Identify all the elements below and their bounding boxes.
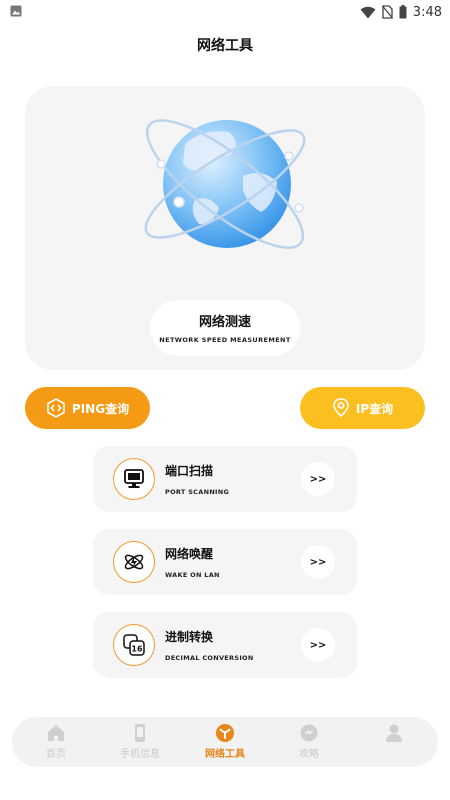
ip-query-button[interactable]: IP查询: [300, 387, 425, 429]
location-pin-icon: [333, 398, 349, 418]
atom-icon: [113, 541, 155, 583]
tool-title: 网络唤醒: [165, 547, 214, 561]
nav-label: 攻略: [299, 749, 319, 760]
guide-icon: [300, 724, 318, 742]
nav-item-phone-info[interactable]: 手机信息: [105, 723, 175, 760]
speed-test-title: 网络测速: [198, 315, 251, 330]
tool-title: 进制转换: [165, 630, 214, 644]
arrow-button[interactable]: >>: [301, 462, 335, 496]
wake-on-lan-card[interactable]: 网络唤醒 WAKE ON LAN >>: [93, 529, 357, 595]
nav-item-network-tools[interactable]: 网络工具: [190, 723, 260, 760]
ping-query-label: PING查询: [71, 401, 130, 416]
arrow-button[interactable]: >>: [301, 545, 335, 579]
image-notification-icon: [10, 5, 22, 17]
bottom-nav: 首页 手机信息 网络工具 攻略: [12, 717, 438, 767]
speed-test-pill[interactable]: 网络测速 NETWORK SPEED MEASUREMENT: [150, 300, 300, 356]
hex-convert-icon: 16: [113, 624, 155, 666]
nav-label: 网络工具: [205, 749, 245, 760]
tool-subtitle: PORT SCANNING: [165, 488, 230, 496]
status-time: 3:48: [412, 4, 442, 20]
decimal-conversion-card[interactable]: 16 进制转换 DECIMAL CONVERSION >>: [93, 612, 357, 678]
nav-label: 首页: [46, 749, 66, 760]
ip-query-label: IP查询: [355, 401, 394, 416]
battery-icon: [399, 5, 407, 19]
home-icon: [48, 725, 64, 741]
nav-item-profile[interactable]: [359, 723, 429, 745]
tool-subtitle: DECIMAL CONVERSION: [165, 654, 254, 662]
user-icon: [386, 724, 402, 742]
tool-title: 端口扫描: [165, 464, 214, 478]
arrow-button[interactable]: >>: [301, 628, 335, 662]
page-title: 网络工具: [197, 38, 253, 54]
ping-query-button[interactable]: PING查询: [25, 387, 150, 429]
speed-test-card[interactable]: 网络测速 NETWORK SPEED MEASUREMENT: [25, 86, 425, 370]
wifi-icon: [360, 6, 376, 18]
svg-text:16: 16: [131, 645, 143, 654]
network-tools-icon: [216, 724, 234, 742]
port-scanning-card[interactable]: 端口扫描 PORT SCANNING >>: [93, 446, 357, 512]
speed-test-subtitle: NETWORK SPEED MEASUREMENT: [159, 336, 291, 344]
nav-item-guide[interactable]: 攻略: [274, 723, 344, 760]
globe-icon: [144, 119, 306, 249]
no-sim-icon: [381, 5, 393, 19]
tool-subtitle: WAKE ON LAN: [165, 571, 220, 579]
monitor-icon: [113, 458, 155, 500]
nav-item-home[interactable]: 首页: [21, 723, 91, 760]
status-bar: 3:48: [0, 0, 450, 24]
ping-icon: [47, 398, 65, 418]
nav-label: 手机信息: [120, 749, 160, 760]
phone-icon: [135, 724, 145, 742]
